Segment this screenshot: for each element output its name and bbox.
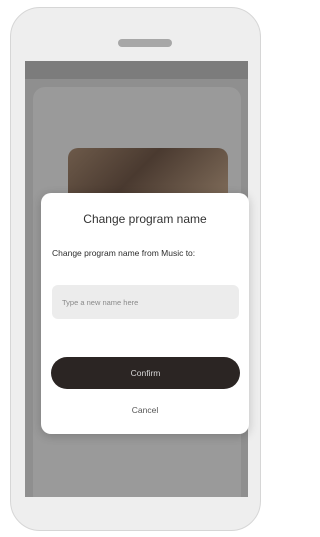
- confirm-button-label: Confirm: [130, 368, 161, 378]
- dialog-title: Change program name: [83, 212, 207, 226]
- cancel-button[interactable]: Cancel: [41, 405, 249, 415]
- phone-speaker: [118, 39, 172, 47]
- dialog-message: Change program name from Music to:: [52, 248, 196, 258]
- program-name-input[interactable]: [52, 285, 239, 319]
- change-name-dialog: Change program name Change program name …: [41, 193, 249, 434]
- status-bar: [25, 61, 248, 79]
- confirm-button[interactable]: Confirm: [51, 357, 240, 389]
